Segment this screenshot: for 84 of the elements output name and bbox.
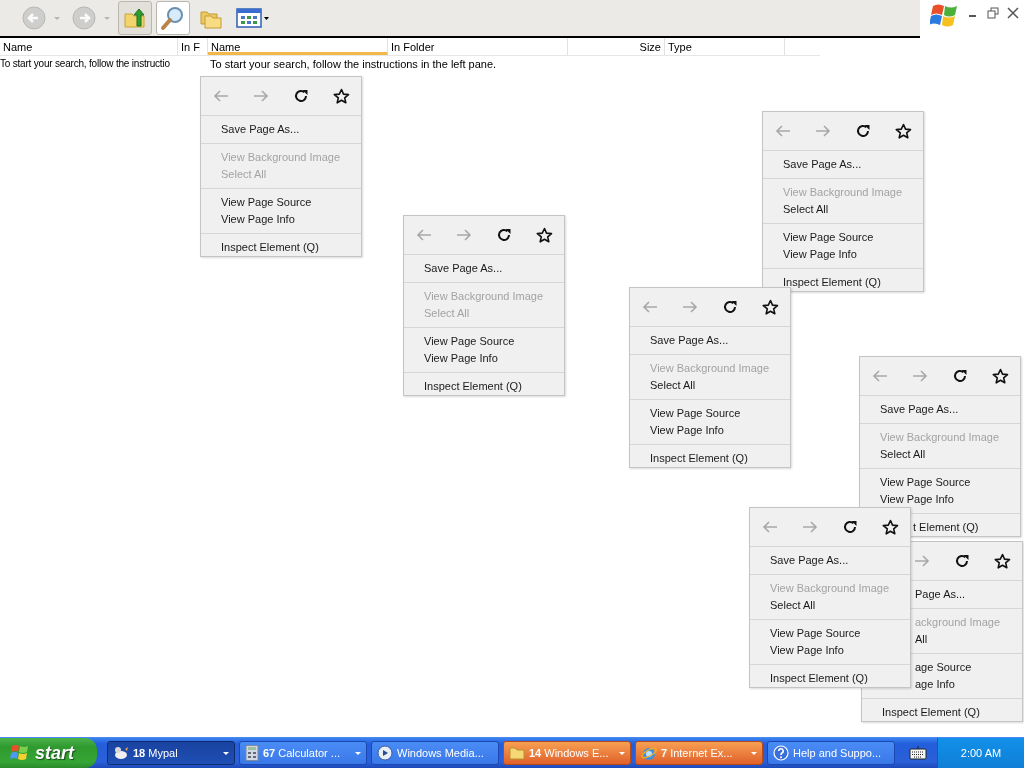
- star-icon[interactable]: [991, 367, 1009, 385]
- menu-item[interactable]: Select All: [750, 597, 816, 614]
- forward-arrow-icon[interactable]: [801, 519, 819, 535]
- column-header[interactable]: Size: [568, 38, 665, 55]
- menu-item[interactable]: Save Page As...: [630, 332, 729, 349]
- back-arrow-icon[interactable]: [774, 123, 792, 139]
- clock: 2:00 AM: [960, 747, 1002, 759]
- close-icon[interactable]: [1006, 6, 1020, 20]
- menu-item[interactable]: Select All: [763, 201, 829, 218]
- media-player-icon: [377, 745, 393, 761]
- back-arrow-icon[interactable]: [641, 299, 659, 315]
- star-icon[interactable]: [535, 226, 553, 244]
- restore-icon[interactable]: [986, 6, 1000, 20]
- back-arrow-icon[interactable]: [761, 519, 779, 535]
- column-header[interactable]: In F: [178, 38, 208, 55]
- calculator-icon: [245, 745, 259, 761]
- star-icon[interactable]: [761, 298, 779, 316]
- menu-item[interactable]: View Page Info: [763, 246, 857, 263]
- menu-item[interactable]: View Page Source: [630, 405, 741, 422]
- search-button[interactable]: [156, 1, 190, 35]
- reload-icon[interactable]: [293, 88, 309, 104]
- star-icon[interactable]: [881, 518, 899, 536]
- menu-item[interactable]: Save Page As...: [860, 401, 959, 418]
- menu-item[interactable]: View Page Info: [860, 491, 954, 508]
- up-button[interactable]: [118, 1, 152, 35]
- back-arrow-icon[interactable]: [415, 227, 433, 243]
- forward-arrow-icon[interactable]: [814, 123, 832, 139]
- menu-item[interactable]: Save Page As...: [750, 552, 849, 569]
- flag-icon: [930, 2, 960, 28]
- taskbar-button[interactable]: 18 Mypal: [107, 741, 235, 765]
- menu-item[interactable]: View Page Info: [750, 642, 844, 659]
- star-icon[interactable]: [332, 87, 350, 105]
- help-icon: [773, 745, 789, 761]
- menu-item[interactable]: Inspect Element (Q): [404, 378, 522, 395]
- taskbar-button[interactable]: Help and Suppo...: [767, 741, 895, 765]
- menu-item[interactable]: View Page Info: [404, 350, 498, 367]
- menu-item[interactable]: View Page Source: [763, 229, 874, 246]
- column-header[interactable]: Name: [0, 38, 178, 55]
- menu-item[interactable]: View Page Source: [750, 625, 861, 642]
- forward-arrow-icon[interactable]: [911, 368, 929, 384]
- search-icon: [160, 5, 186, 31]
- menu-item[interactable]: Save Page As...: [404, 260, 503, 277]
- menu-item[interactable]: Save Page As...: [763, 156, 862, 173]
- menu-item[interactable]: Inspect Element (Q): [201, 239, 319, 256]
- taskbar-button[interactable]: Windows Media...: [371, 741, 499, 765]
- menu-item[interactable]: Save Page As...: [201, 121, 300, 138]
- forward-arrow-icon[interactable]: [252, 88, 270, 104]
- menu-item[interactable]: Select All: [860, 446, 926, 463]
- reload-icon[interactable]: [496, 227, 512, 243]
- column-header[interactable]: In Folder: [388, 38, 568, 55]
- star-icon[interactable]: [993, 552, 1011, 570]
- menu-item[interactable]: View Page Info: [201, 211, 295, 228]
- reload-icon[interactable]: [952, 368, 968, 384]
- forward-arrow-icon[interactable]: [455, 227, 473, 243]
- keyboard-icon[interactable]: [909, 746, 927, 760]
- menu-item[interactable]: Select All: [630, 377, 696, 394]
- reload-icon[interactable]: [855, 123, 871, 139]
- column-header[interactable]: Name: [208, 38, 388, 55]
- views-icon: [236, 7, 270, 29]
- forward-arrow-icon[interactable]: [913, 553, 931, 569]
- menu-item[interactable]: Inspect Element (Q): [750, 670, 868, 687]
- instruction-text: To start your search, follow the instructio: [0, 58, 171, 70]
- forward-arrow-icon[interactable]: [681, 299, 699, 315]
- menu-item[interactable]: Inspect Element (Q): [763, 274, 881, 291]
- menu-item[interactable]: Inspect Element (Q): [862, 704, 980, 721]
- globe-icon: [641, 745, 657, 761]
- back-arrow-icon[interactable]: [871, 368, 889, 384]
- folder-icon: [509, 745, 525, 761]
- menu-item[interactable]: Inspect Element (Q): [630, 450, 748, 467]
- up-folder-icon: [123, 6, 147, 30]
- taskbar-button[interactable]: 67 Calculator ...: [239, 741, 367, 765]
- flag-icon: [10, 744, 30, 762]
- column-header[interactable]: Type: [665, 38, 785, 55]
- menu-item[interactable]: View Page Info: [630, 422, 724, 439]
- reload-icon[interactable]: [722, 299, 738, 315]
- menu-item[interactable]: View Page Source: [860, 474, 971, 491]
- back-arrow-icon[interactable]: [212, 88, 230, 104]
- menu-item[interactable]: View Page Source: [404, 333, 515, 350]
- reload-icon[interactable]: [842, 519, 858, 535]
- reload-icon[interactable]: [954, 553, 970, 569]
- menu-item[interactable]: View Page Source: [201, 194, 312, 211]
- star-icon[interactable]: [894, 122, 912, 140]
- instruction-text: To start your search, follow the instructions in the left pane.: [210, 58, 497, 70]
- animal-icon: [113, 745, 129, 761]
